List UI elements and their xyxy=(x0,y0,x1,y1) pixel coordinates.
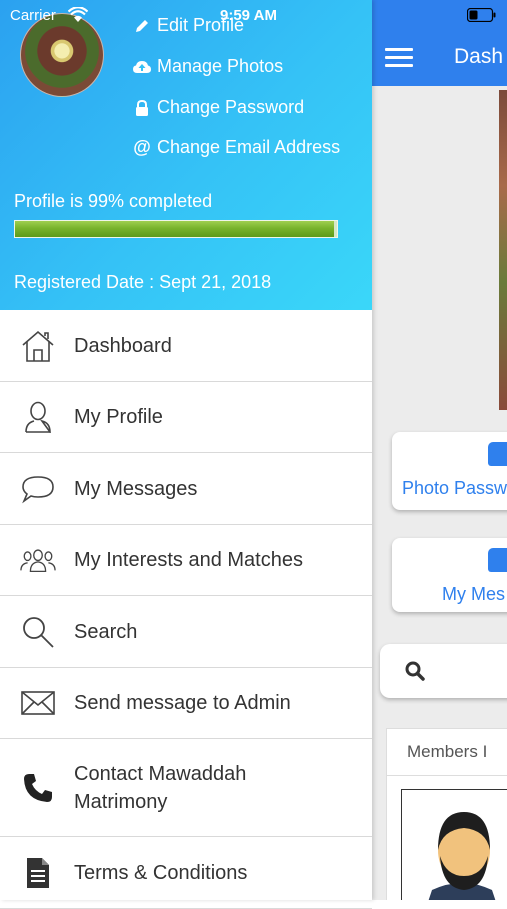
menu-item-label: Search xyxy=(74,620,138,643)
user-icon xyxy=(20,399,56,435)
member-avatar[interactable] xyxy=(401,789,507,900)
dashboard-search-bar[interactable] xyxy=(380,644,507,698)
profile-completion-text: Profile is 99% completed xyxy=(14,191,213,211)
navigation-drawer: Edit Profile Manage Photos Change Passwo… xyxy=(0,0,372,909)
lock-icon xyxy=(488,442,507,466)
phone-icon xyxy=(20,770,56,806)
photo-password-card[interactable]: Photo Passw xyxy=(392,432,507,510)
menu-item-label: My Messages xyxy=(74,477,198,500)
menu-item-contact[interactable]: Contact Mawaddah Matrimony xyxy=(0,739,372,837)
drawer-profile-header: Edit Profile Manage Photos Change Passwo… xyxy=(0,0,372,310)
man-silhouette-icon xyxy=(428,812,496,900)
photo-password-card-label: Photo Passw xyxy=(402,478,507,498)
menu-item-label: My Interests and Matches xyxy=(74,549,303,571)
profile-completion-progress-fill xyxy=(15,221,334,237)
change-password-label: Change Password xyxy=(157,97,305,117)
menu-item-label: Contact Mawaddah Matrimony xyxy=(74,762,247,813)
profile-avatar[interactable] xyxy=(20,13,104,97)
drawer-menu-list: Dashboard My Profile My Messages My Inte… xyxy=(0,310,372,909)
menu-item-label: Dashboard xyxy=(74,334,172,357)
change-password-link[interactable]: Change Password xyxy=(133,97,304,118)
home-icon xyxy=(20,328,56,364)
menu-item-my-messages[interactable]: My Messages xyxy=(0,453,372,525)
speech-bubble-icon xyxy=(20,471,56,507)
dashboard-nav-bar: Dash xyxy=(372,0,507,86)
profile-cover-photo xyxy=(499,90,507,410)
menu-item-my-profile[interactable]: My Profile xyxy=(0,382,372,453)
edit-profile-link[interactable]: Edit Profile xyxy=(133,15,244,36)
cloud-upload-icon xyxy=(133,60,151,74)
members-panel: Members I xyxy=(386,728,507,900)
menu-item-terms[interactable]: Terms & Conditions xyxy=(0,837,372,909)
hamburger-menu-icon[interactable] xyxy=(385,48,413,68)
at-sign-icon: @ xyxy=(133,137,151,157)
members-panel-header: Members I xyxy=(387,729,507,776)
envelope-icon xyxy=(20,685,56,721)
group-icon xyxy=(20,542,56,578)
profile-completion-progress-bar xyxy=(14,220,338,238)
message-icon xyxy=(488,548,507,572)
manage-photos-link[interactable]: Manage Photos xyxy=(133,56,283,77)
menu-item-label: Terms & Conditions xyxy=(74,861,248,884)
menu-item-label: Send message to Admin xyxy=(74,692,291,714)
my-messages-card-label: My Mes xyxy=(442,584,505,604)
pencil-icon xyxy=(133,18,151,34)
dashboard-title: Dash xyxy=(454,45,504,68)
change-email-link[interactable]: @ Change Email Address xyxy=(133,137,340,158)
change-email-label: Change Email Address xyxy=(157,137,341,157)
background-dashboard-screen: Dash Photo Passw My Mes Members I xyxy=(372,0,507,900)
lock-icon xyxy=(133,99,151,116)
document-icon xyxy=(20,855,56,891)
menu-item-search[interactable]: Search xyxy=(0,596,372,668)
menu-item-label: My Profile xyxy=(74,406,163,428)
edit-profile-label: Edit Profile xyxy=(157,15,245,35)
menu-item-interests-matches[interactable]: My Interests and Matches xyxy=(0,525,372,596)
menu-item-dashboard[interactable]: Dashboard xyxy=(0,310,372,382)
search-icon xyxy=(20,614,56,650)
registered-date: Registered Date : Sept 21, 2018 xyxy=(14,272,272,292)
manage-photos-label: Manage Photos xyxy=(157,56,284,76)
menu-item-send-message-admin[interactable]: Send message to Admin xyxy=(0,668,372,739)
my-messages-card[interactable]: My Mes xyxy=(392,538,507,612)
search-icon xyxy=(405,661,425,681)
